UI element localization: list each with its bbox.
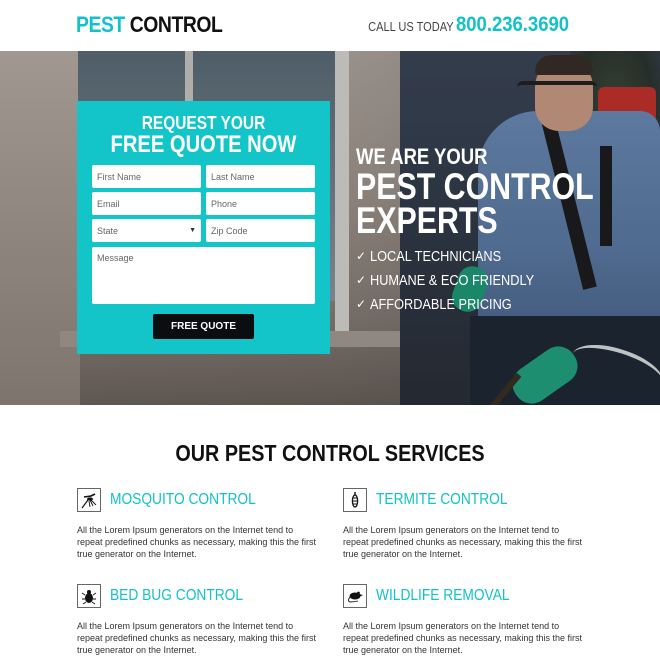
quote-form: REQUEST YOUR FREE QUOTE NOW State ▼ FREE… bbox=[77, 101, 330, 354]
zip-code-input[interactable] bbox=[206, 219, 315, 242]
state-select[interactable]: State ▼ bbox=[92, 219, 201, 242]
hero-bullet: ✓ AFFORDABLE PRICING bbox=[356, 292, 646, 316]
call-label: CALL US TODAY bbox=[367, 19, 454, 34]
hero-heading-line3: EXPERTS bbox=[356, 200, 498, 241]
service-item: WILDLIFE REMOVAL All the Lorem Ipsum gen… bbox=[343, 583, 583, 656]
last-name-input[interactable] bbox=[206, 165, 315, 188]
email-input[interactable] bbox=[92, 192, 201, 215]
phone-input[interactable] bbox=[206, 192, 315, 215]
service-title[interactable]: TERMITE CONTROL bbox=[376, 491, 507, 509]
hero-bullet-text: LOCAL TECHNICIANS bbox=[370, 247, 502, 265]
hero-bullet: ✓ LOCAL TECHNICIANS bbox=[356, 244, 646, 268]
first-name-input[interactable] bbox=[92, 165, 201, 188]
form-title-line2: FREE QUOTE NOW bbox=[110, 131, 297, 158]
bed-bug-icon bbox=[77, 583, 101, 608]
phone-number-link[interactable]: 800.236.3690 bbox=[456, 13, 569, 37]
service-description: All the Lorem Ipsum generators on the In… bbox=[343, 525, 582, 559]
service-item: BED BUG CONTROL All the Lorem Ipsum gene… bbox=[77, 583, 317, 656]
message-textarea[interactable] bbox=[92, 247, 315, 304]
state-select-value: State bbox=[97, 225, 119, 236]
mosquito-icon bbox=[77, 487, 101, 512]
check-icon: ✓ bbox=[356, 273, 367, 287]
service-description: All the Lorem Ipsum generators on the In… bbox=[343, 621, 582, 655]
termite-icon bbox=[343, 487, 367, 512]
hero-bullets: ✓ LOCAL TECHNICIANS ✓ HUMANE & ECO FRIEN… bbox=[356, 244, 646, 316]
service-description: All the Lorem Ipsum generators on the In… bbox=[77, 525, 316, 559]
hero-heading-line2: PEST CONTROL bbox=[356, 166, 594, 207]
check-icon: ✓ bbox=[356, 297, 367, 311]
hero-copy: WE ARE YOUR PEST CONTROL EXPERTS ✓ LOCAL… bbox=[356, 145, 646, 316]
rat-icon bbox=[343, 583, 367, 608]
hero-bullet: ✓ HUMANE & ECO FRIENDLY bbox=[356, 268, 646, 292]
hero-bullet-text: AFFORDABLE PRICING bbox=[370, 295, 512, 313]
services-title: OUR PEST CONTROL SERVICES bbox=[175, 440, 485, 466]
call-us: CALL US TODAY 800.236.3690 bbox=[353, 13, 584, 37]
service-item: TERMITE CONTROL All the Lorem Ipsum gene… bbox=[343, 487, 583, 560]
check-icon: ✓ bbox=[356, 249, 367, 263]
service-title[interactable]: WILDLIFE REMOVAL bbox=[376, 587, 510, 605]
caret-down-icon: ▼ bbox=[189, 227, 196, 234]
logo-accent: PEST bbox=[76, 12, 125, 37]
service-title[interactable]: MOSQUITO CONTROL bbox=[110, 491, 256, 509]
hero-bullet-text: HUMANE & ECO FRIENDLY bbox=[370, 271, 535, 289]
logo[interactable]: PEST CONTROL bbox=[76, 12, 223, 38]
service-item: MOSQUITO CONTROL All the Lorem Ipsum gen… bbox=[77, 487, 317, 560]
service-description: All the Lorem Ipsum generators on the In… bbox=[77, 621, 316, 655]
site-header: PEST CONTROL CALL US TODAY 800.236.3690 bbox=[0, 0, 660, 51]
service-title[interactable]: BED BUG CONTROL bbox=[110, 587, 243, 605]
logo-rest: CONTROL bbox=[129, 12, 223, 37]
free-quote-button[interactable]: FREE QUOTE bbox=[153, 314, 254, 339]
